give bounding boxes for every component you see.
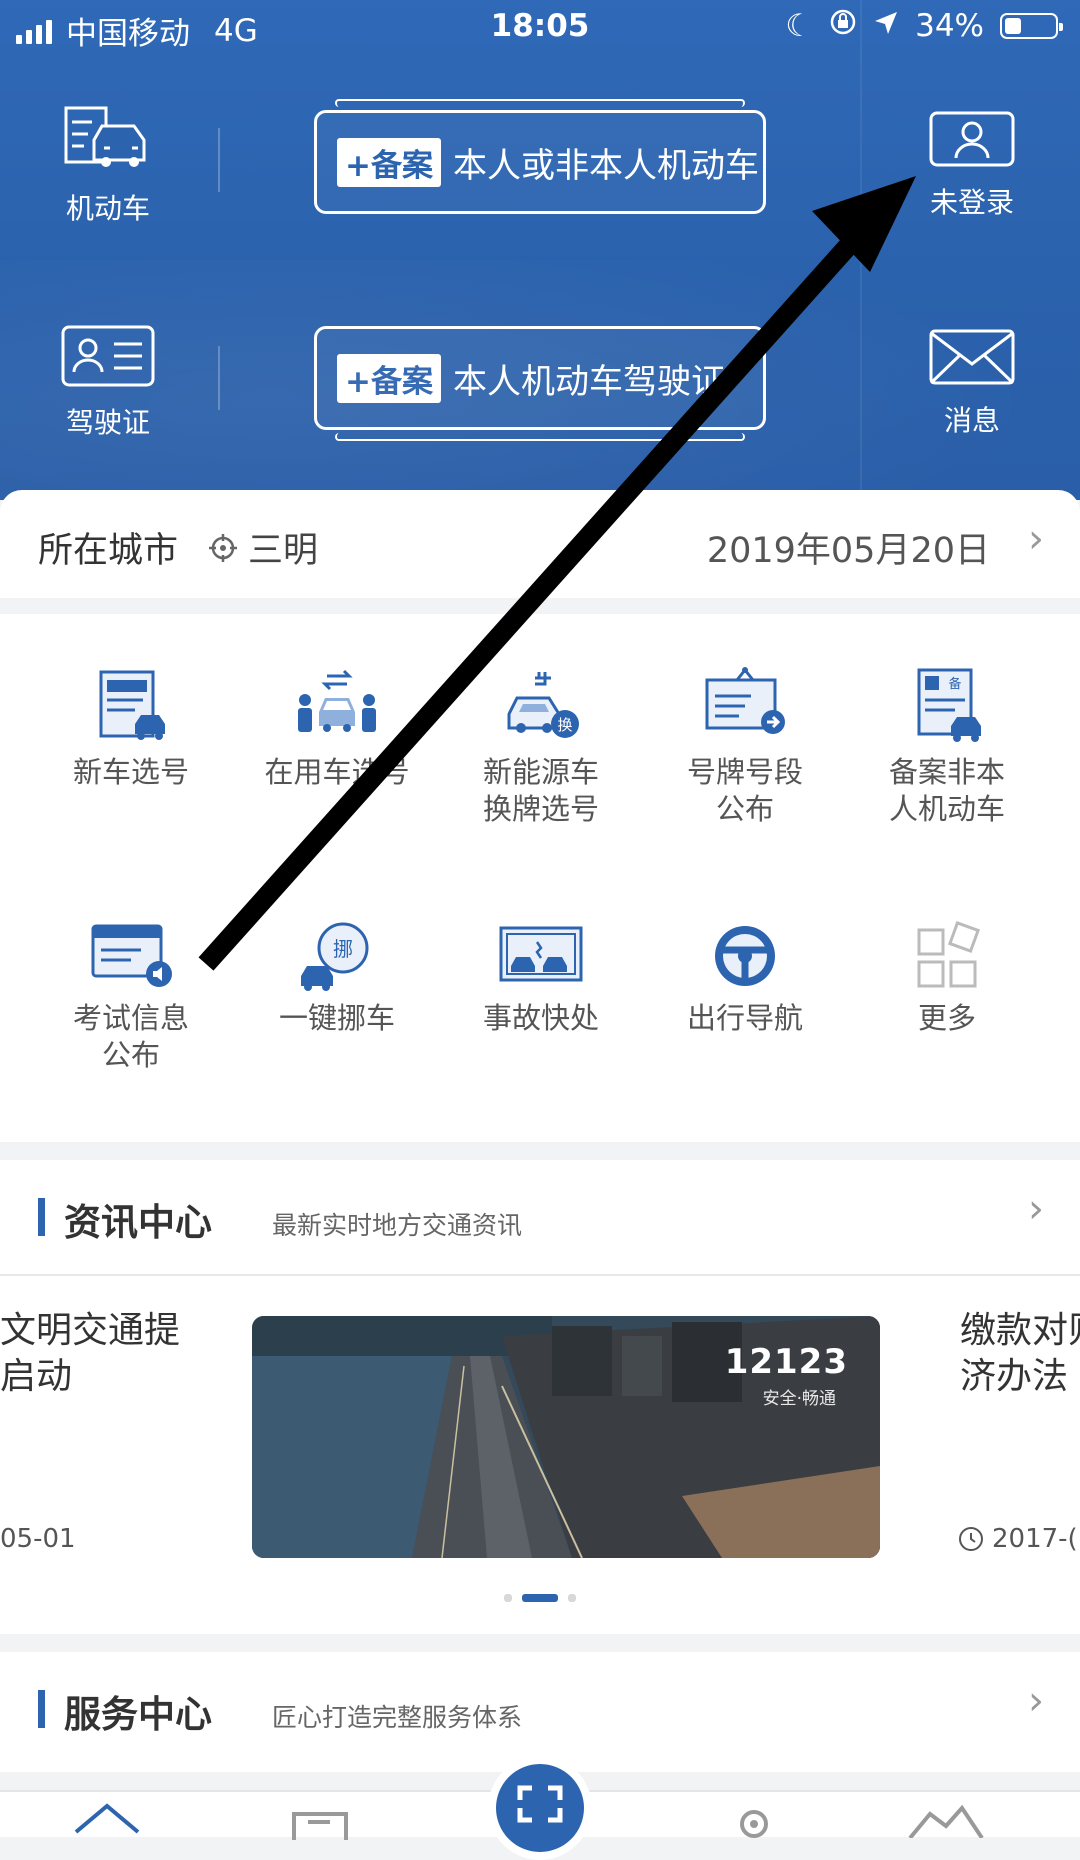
news-item-left[interactable]: 文明交通提 启动 <box>0 1308 190 1400</box>
grid-label: 更多 <box>917 1001 976 1035</box>
grid-label: 新车选号 <box>72 755 189 789</box>
clock-icon <box>959 1527 983 1551</box>
city-title: 所在城市 <box>38 531 179 571</box>
user-icon <box>929 111 1015 167</box>
news-date-right: 2017-( <box>958 1524 1078 1554</box>
header-panel: 中国移动 4G 18:05 ☾ 34% 机动车 驾驶证 +备案 本人或非本人机动… <box>0 0 1080 500</box>
grid-item-used-car-number[interactable]: 在用车选号 <box>234 666 440 791</box>
grid-item-more[interactable]: 更多 <box>844 920 1050 1037</box>
accident-icon <box>499 926 583 982</box>
grid-label-2: 公布 <box>715 792 774 826</box>
city-bar[interactable]: 所在城市 三明 2019年05月20日 › <box>0 490 1080 598</box>
brand-logo-text: 12123 <box>724 1342 848 1382</box>
document-tab-icon[interactable] <box>290 1810 350 1840</box>
license-label: 驾驶证 <box>65 406 150 439</box>
service-center-title: 服务中心 <box>64 1693 212 1736</box>
svg-text:挪: 挪 <box>333 937 353 961</box>
grid-label-2: 换牌选号 <box>482 792 599 826</box>
grid-label: 考试信息 <box>72 1001 189 1035</box>
grid-label: 备案非本 <box>888 755 1005 789</box>
notice-board-icon <box>705 667 785 734</box>
chevron-right-icon[interactable]: › <box>1028 1186 1044 1232</box>
grid-item-new-energy[interactable]: 换 新能源车 换牌选号 <box>438 666 644 828</box>
register-document-icon: 备 <box>917 668 981 742</box>
chevron-right-icon[interactable]: › <box>1028 516 1044 562</box>
register-license-text: 本人机动车驾驶证 <box>452 361 725 402</box>
services-grid: 新车选号 在用车选号 换 新能源车 换牌选号 号牌号段 公布 备 备案非本 人机… <box>0 614 1080 1142</box>
carousel-indicator <box>0 1594 1080 1602</box>
home-tab-icon[interactable] <box>72 1800 142 1840</box>
vehicle-button[interactable]: 机动车 <box>50 104 166 227</box>
news-item-right[interactable]: 缴款对则 济办法 <box>960 1308 1080 1400</box>
grid-label: 一键挪车 <box>278 1001 395 1035</box>
grid-label-2: 公布 <box>101 1038 160 1072</box>
svg-text:换: 换 <box>557 716 572 734</box>
register-vehicle-text: 本人或非本人机动车 <box>452 145 759 186</box>
more-apps-icon <box>917 920 981 988</box>
grid-item-navigation[interactable]: 出行导航 <box>642 920 848 1037</box>
new-energy-car-icon: 换 <box>507 672 579 738</box>
register-tag: +备案 <box>337 353 441 403</box>
scan-icon <box>517 1785 563 1823</box>
grid-label-2: 人机动车 <box>888 792 1005 826</box>
envelope-icon <box>929 329 1015 385</box>
news-title: 资讯中心 <box>64 1201 212 1244</box>
location-arrow-icon <box>873 8 899 44</box>
message-button[interactable]: 消息 <box>922 328 1022 439</box>
grid-item-new-car-number[interactable]: 新车选号 <box>28 666 234 791</box>
login-label: 未登录 <box>929 186 1014 219</box>
license-icon <box>61 325 155 387</box>
exam-info-icon <box>91 924 172 987</box>
grid-item-register-other[interactable]: 备 备案非本 人机动车 <box>844 666 1050 828</box>
grid-label: 在用车选号 <box>264 755 410 789</box>
grid-item-exam-info[interactable]: 考试信息 公布 <box>28 920 234 1074</box>
grid-label: 新能源车 <box>482 755 599 789</box>
license-button[interactable]: 驾驶证 <box>50 324 166 441</box>
grid-item-accident[interactable]: 事故快处 <box>438 920 644 1037</box>
status-bar: 中国移动 4G 18:05 ☾ 34% <box>0 0 1080 54</box>
news-subtitle: 最新实时地方交通资讯 <box>272 1211 523 1240</box>
brand-slogan: 安全·畅通 <box>762 1389 836 1409</box>
grid-label: 事故快处 <box>482 1001 599 1035</box>
register-license-plate-button[interactable]: +备案 本人机动车驾驶证 <box>314 326 766 441</box>
news-header[interactable]: 资讯中心 最新实时地方交通资讯 › <box>0 1160 1080 1272</box>
city-selector[interactable]: 三明 <box>208 522 318 573</box>
message-label: 消息 <box>943 404 1000 437</box>
battery-icon <box>1000 13 1063 39</box>
news-date-left: 05-01 <box>0 1524 76 1554</box>
location-tab-icon[interactable] <box>736 1808 772 1838</box>
login-button[interactable]: 未登录 <box>922 110 1022 221</box>
svg-text:备: 备 <box>948 676 961 692</box>
crosshair-icon <box>209 533 237 562</box>
register-tag: +备案 <box>337 137 441 187</box>
steering-wheel-icon <box>715 926 775 986</box>
news-section: 资讯中心 最新实时地方交通资讯 › 文明交通提 启动 05-01 12123 安… <box>0 1160 1080 1634</box>
register-vehicle-plate-button[interactable]: +备案 本人或非本人机动车 <box>314 99 766 214</box>
moon-icon: ☾ <box>785 8 814 44</box>
vehicle-icon <box>64 106 146 167</box>
service-center-subtitle: 匠心打造完整服务体系 <box>272 1703 523 1732</box>
vehicle-label: 机动车 <box>65 192 150 225</box>
grid-label: 出行导航 <box>686 1001 803 1035</box>
news-banner-image[interactable]: 12123 安全·畅通 <box>252 1316 880 1558</box>
service-center-section[interactable]: 服务中心 匠心打造完整服务体系 › <box>0 1652 1080 1772</box>
rotation-lock-icon <box>829 8 857 44</box>
grid-item-plate-segment[interactable]: 号牌号段 公布 <box>642 666 848 828</box>
grid-item-move-car[interactable]: 挪 一键挪车 <box>234 920 440 1037</box>
chevron-right-icon[interactable]: › <box>1028 1678 1044 1724</box>
profile-tab-icon[interactable] <box>906 1804 986 1838</box>
scan-button[interactable] <box>488 1756 592 1860</box>
move-car-icon: 挪 <box>301 922 369 991</box>
new-car-number-icon <box>99 670 165 740</box>
used-car-number-icon <box>298 669 376 732</box>
battery-percent: 34% <box>915 8 984 44</box>
current-date: 2019年05月20日 <box>706 531 990 571</box>
grid-label: 号牌号段 <box>686 755 803 789</box>
city-name: 三明 <box>248 531 319 571</box>
